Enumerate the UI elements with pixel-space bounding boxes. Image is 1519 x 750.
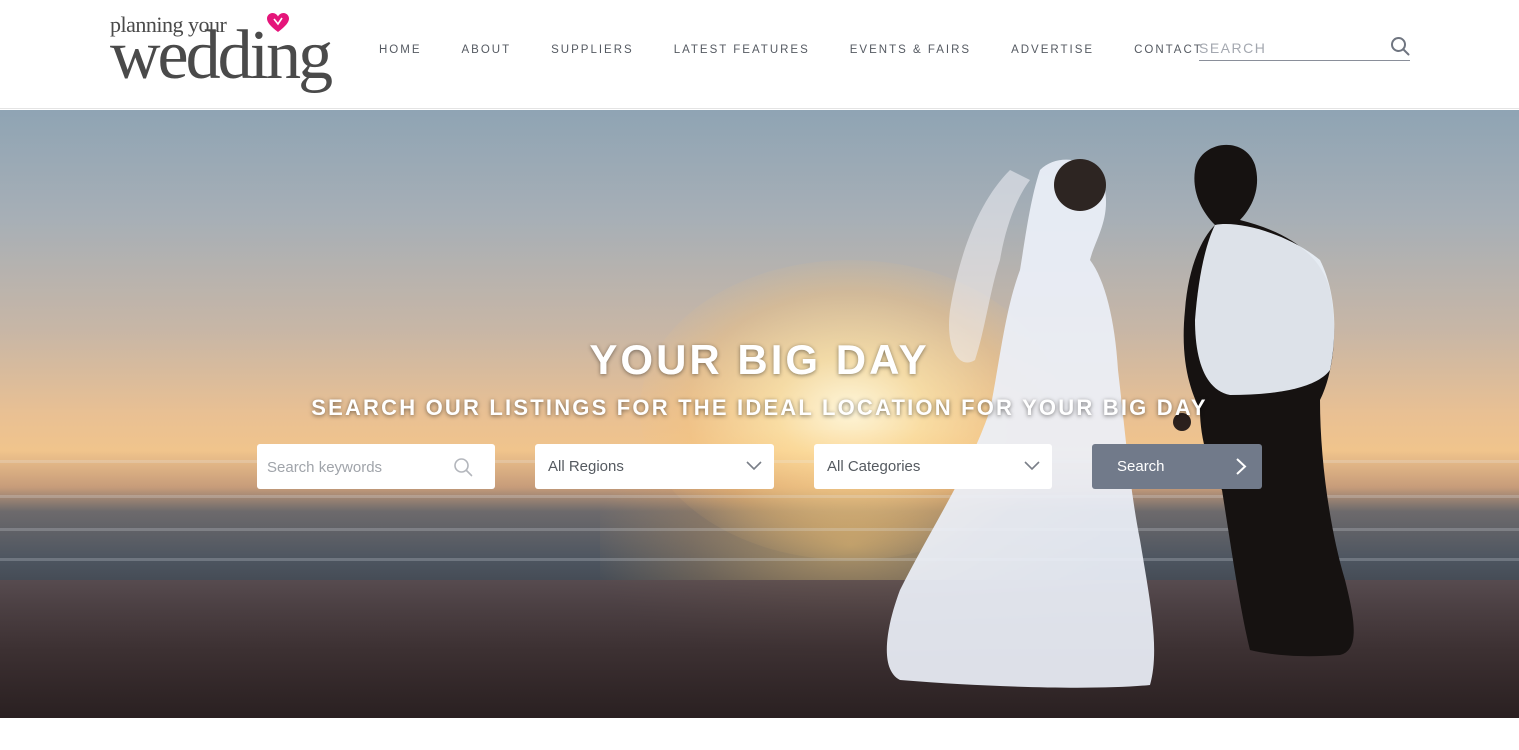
regions-select[interactable]: All Regions <box>535 444 774 489</box>
header-search <box>1199 36 1410 61</box>
heart-icon <box>267 13 289 32</box>
hero-banner: YOUR BIG DAY SEARCH OUR LISTINGS FOR THE… <box>0 110 1519 718</box>
categories-select[interactable]: All Categories <box>814 444 1052 489</box>
categories-select-value: All Categories <box>827 458 921 475</box>
logo-wordmark: wedding <box>110 17 333 94</box>
chevron-down-icon <box>1024 461 1040 471</box>
nav-home[interactable]: HOME <box>379 44 422 56</box>
site-header: planning your wedding HOME ABOUT SUPPLIE… <box>0 0 1519 109</box>
search-icon <box>454 458 473 477</box>
header-search-input[interactable] <box>1199 38 1379 58</box>
nav-about[interactable]: ABOUT <box>462 44 512 56</box>
hero-title: YOUR BIG DAY <box>589 336 930 383</box>
main-nav: HOME ABOUT SUPPLIERS LATEST FEATURES EVE… <box>379 43 1243 57</box>
site-logo[interactable]: planning your wedding <box>110 12 365 98</box>
nav-events-fairs[interactable]: EVENTS & FAIRS <box>850 44 971 56</box>
search-button[interactable]: Search <box>1092 444 1262 489</box>
search-icon[interactable] <box>1390 36 1410 56</box>
chevron-right-icon <box>1236 458 1247 475</box>
keywords-field <box>257 444 495 489</box>
nav-latest-features[interactable]: LATEST FEATURES <box>674 44 810 56</box>
nav-suppliers[interactable]: SUPPLIERS <box>551 44 634 56</box>
chevron-down-icon <box>746 461 762 471</box>
nav-contact[interactable]: CONTACT <box>1134 44 1203 56</box>
keywords-input[interactable] <box>267 456 447 478</box>
hero-subtitle: SEARCH OUR LISTINGS FOR THE IDEAL LOCATI… <box>311 395 1208 420</box>
search-button-label: Search <box>1117 458 1165 475</box>
regions-select-value: All Regions <box>548 458 624 475</box>
nav-advertise[interactable]: ADVERTISE <box>1011 44 1094 56</box>
